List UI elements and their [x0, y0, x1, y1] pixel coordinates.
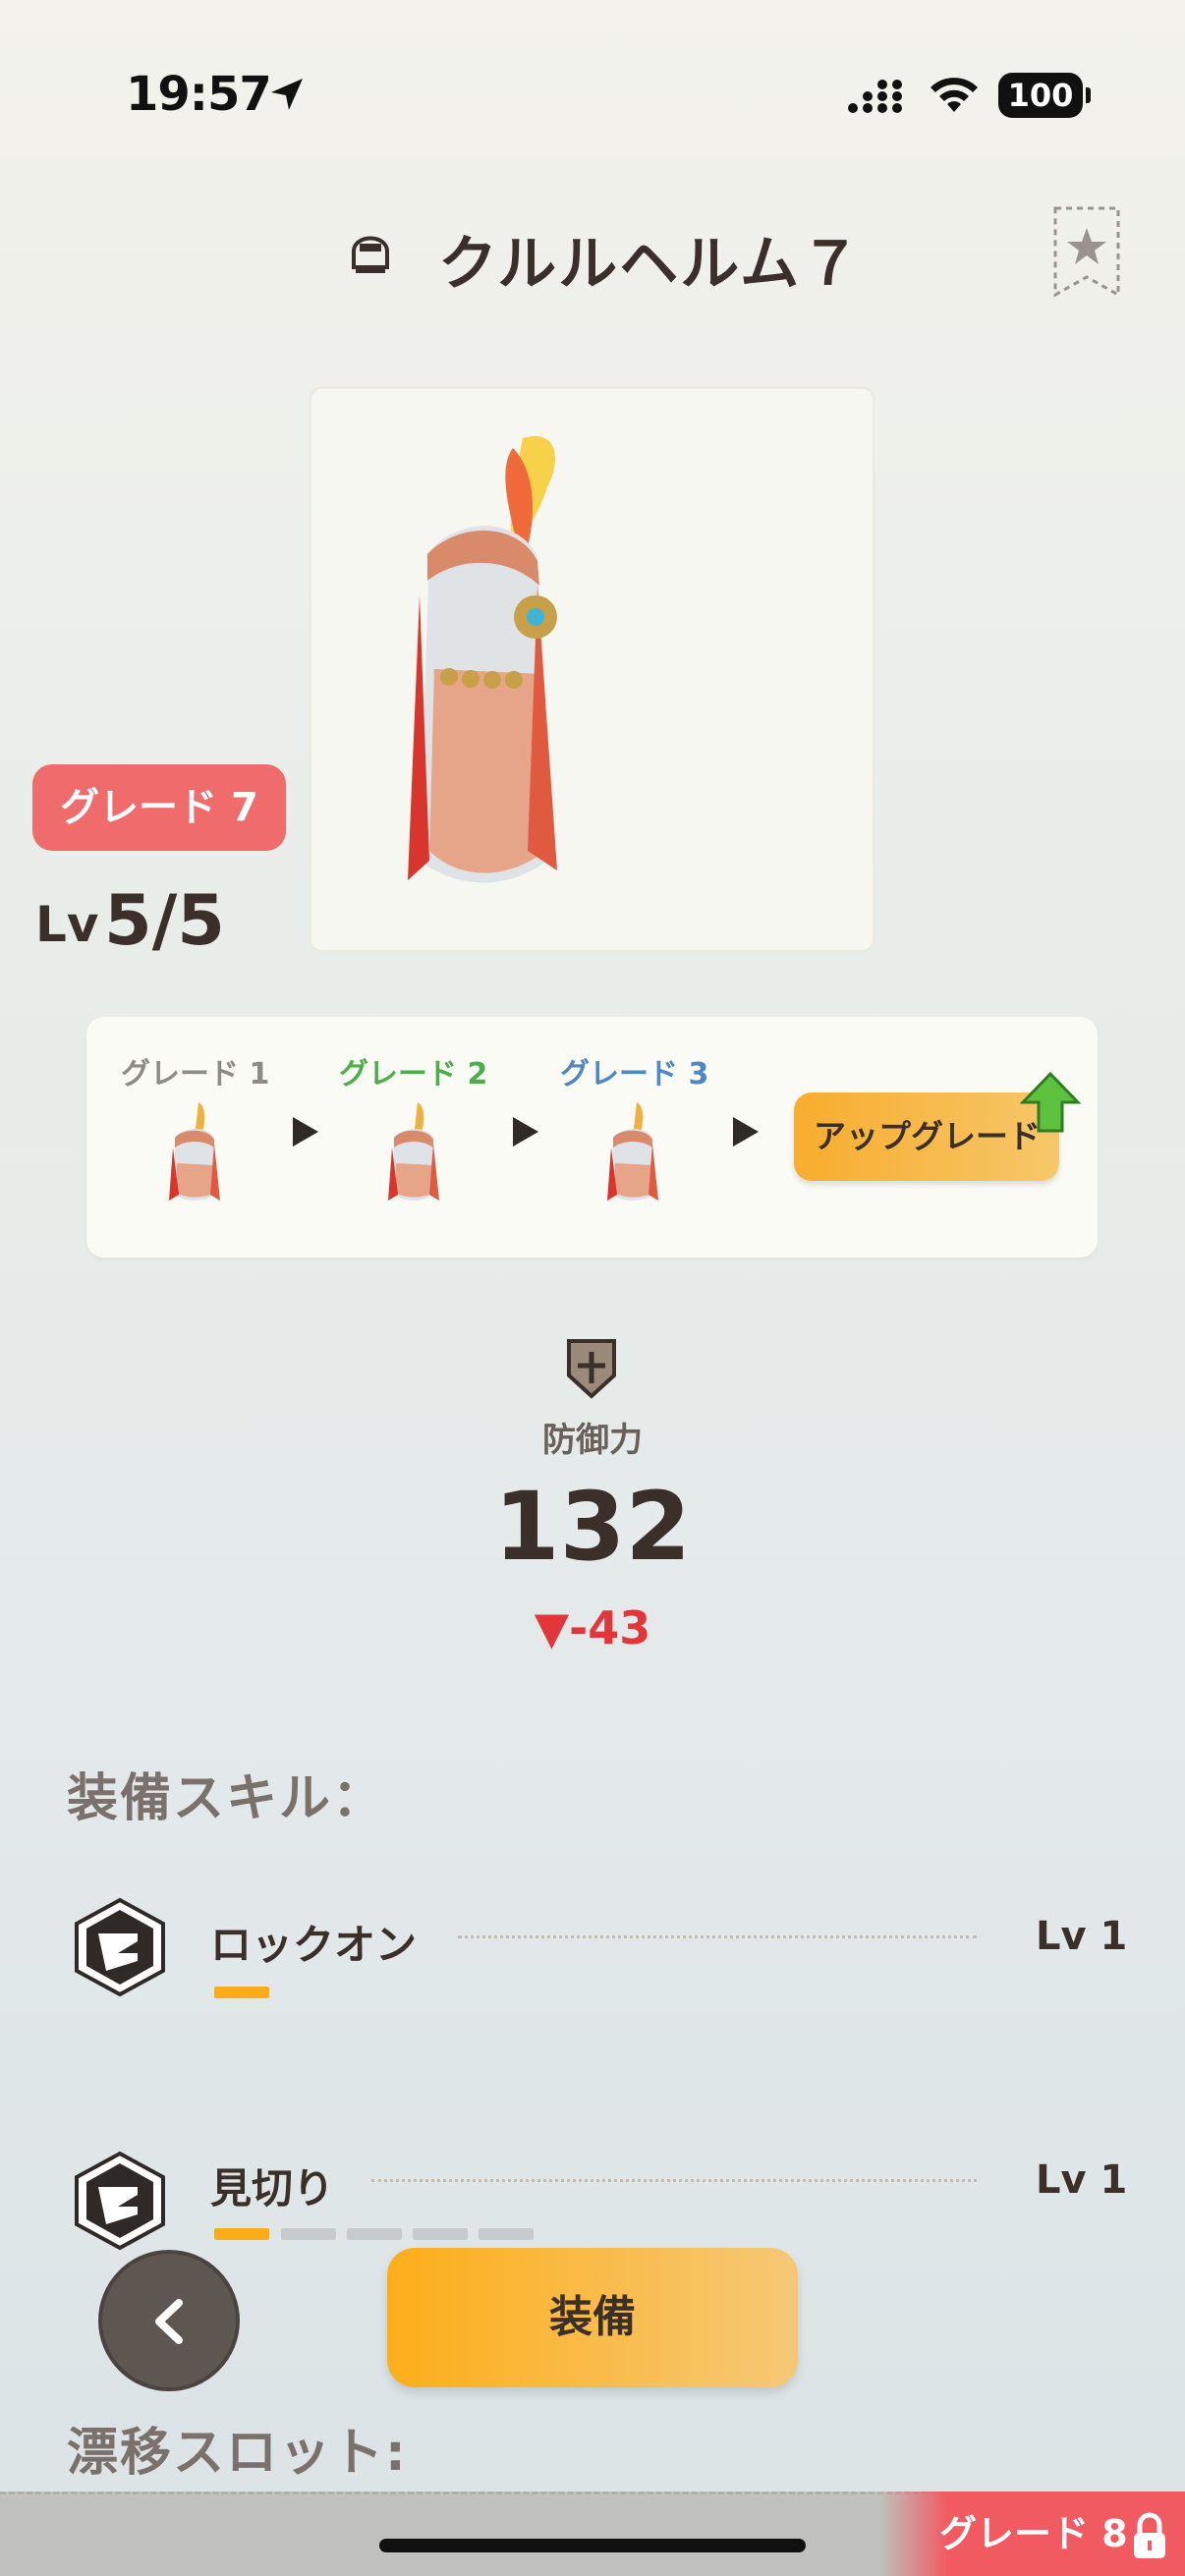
defense-label: 防御力	[542, 1421, 643, 1460]
lock-icon	[1134, 2512, 1165, 2558]
skills-section-title: 装備スキル：	[67, 1769, 386, 1828]
arrow-right-icon	[293, 1117, 318, 1147]
status-time: 19:57	[126, 67, 272, 122]
helmet-icon	[352, 236, 389, 273]
upgrade-arrow-icon	[1020, 1071, 1081, 1133]
skill-level-segment	[413, 2228, 468, 2240]
grade-1-label: グレード 1	[121, 1057, 270, 1092]
location-arrow-icon	[271, 79, 303, 110]
grade-3-label: グレード 3	[560, 1057, 709, 1092]
cellular-signal-icon	[848, 80, 902, 113]
skill-level: Lv 1	[1036, 1914, 1128, 1959]
battery-indicator: 100	[998, 73, 1091, 118]
skill-level-segment	[214, 1987, 269, 1998]
page-title: クルルヘルム７	[438, 230, 862, 299]
skill-level-segment	[347, 2228, 402, 2240]
drift-slot-section-title: 漂移スロット:	[67, 2424, 408, 2483]
helmet-image	[408, 436, 557, 883]
arrow-right-icon	[733, 1117, 759, 1147]
wifi-icon	[931, 78, 978, 112]
grade-1-thumbnail[interactable]	[157, 1098, 236, 1206]
skill-dotted-leader	[458, 1935, 977, 1938]
equip-button[interactable]: 装備	[387, 2248, 798, 2387]
item-preview	[309, 386, 875, 953]
level-value: 5/5	[104, 880, 225, 961]
skill-name: ロックオン	[210, 1921, 418, 1969]
skill-row[interactable]: ロックオン Lv 1	[0, 1896, 1185, 2024]
back-button[interactable]	[98, 2250, 240, 2391]
defense-shield-icon	[567, 1339, 616, 1399]
level-prefix: Lv	[35, 896, 99, 953]
skill-dotted-leader	[371, 2179, 977, 2182]
favorite-bookmark-icon[interactable]	[1051, 204, 1122, 299]
lock-on-skill-icon	[75, 1897, 165, 1997]
arrow-right-icon	[513, 1117, 538, 1147]
defense-value: 132	[493, 1472, 692, 1582]
grade-3-thumbnail[interactable]	[595, 1098, 674, 1206]
chevron-left-icon	[155, 2299, 183, 2344]
grade-2-label: グレード 2	[339, 1057, 488, 1092]
defense-delta: ▼-43	[534, 1601, 651, 1654]
skill-level-segment	[214, 2228, 269, 2240]
grade-2-thumbnail[interactable]	[376, 1098, 455, 1206]
home-indicator	[379, 2539, 806, 2552]
skill-name: 見切り	[210, 2164, 335, 2212]
grade-badge: グレード 7	[32, 764, 286, 851]
foresight-skill-icon	[75, 2151, 165, 2251]
skill-level: Lv 1	[1036, 2157, 1128, 2203]
skill-level-segment	[281, 2228, 336, 2240]
skill-level-segment	[479, 2228, 534, 2240]
